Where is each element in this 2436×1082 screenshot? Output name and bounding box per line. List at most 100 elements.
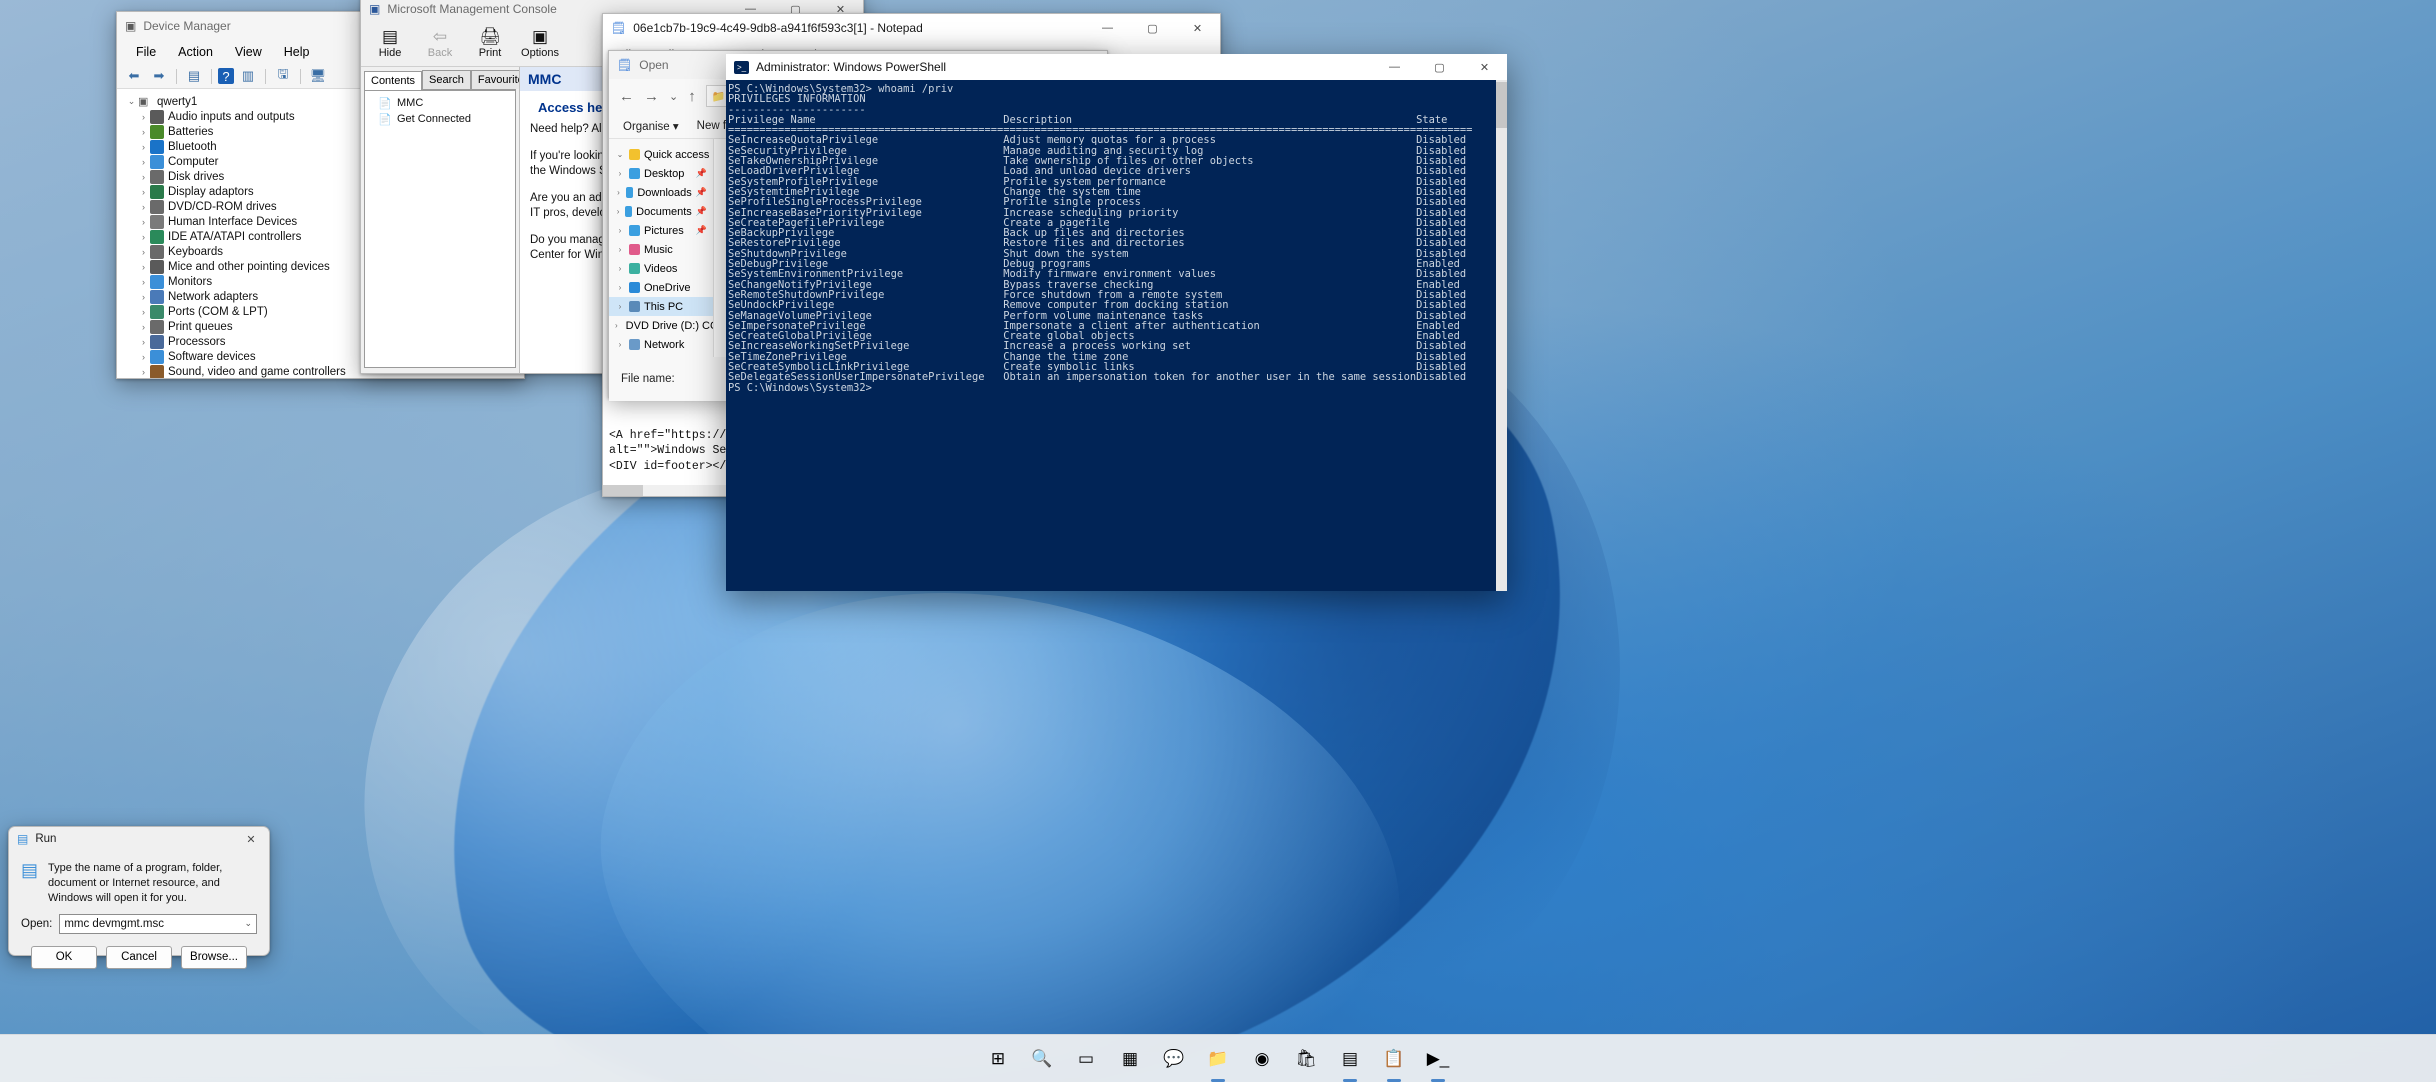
edge-icon[interactable]: ◉ [1245, 1042, 1279, 1076]
open-dialog-sidebar[interactable]: ⌄Quick access›Desktop📌›Downloads📌›Docume… [609, 139, 713, 357]
chevron-right-icon[interactable]: › [137, 172, 150, 182]
options-button[interactable]: ▣ Options [517, 27, 563, 59]
run-open-input[interactable] [64, 918, 244, 930]
sidebar-item-desktop[interactable]: ›Desktop📌 [609, 164, 713, 183]
chevron-right-icon[interactable]: › [137, 367, 150, 377]
powershell-console-output[interactable]: PS C:\Windows\System32> whoami /privPRIV… [726, 80, 1507, 591]
tab-search[interactable]: Search [422, 70, 471, 89]
run-open-combobox[interactable]: ⌄ [59, 914, 257, 934]
chevron-right-icon[interactable]: › [137, 202, 150, 212]
forward-arrow-icon[interactable]: → [644, 88, 659, 105]
chevron-right-icon[interactable]: › [137, 337, 150, 347]
store-icon[interactable]: 🛍 [1289, 1042, 1323, 1076]
chevron-icon[interactable]: ⌄ [615, 150, 625, 159]
hide-button[interactable]: ▤ Hide [367, 27, 413, 59]
chevron-right-icon[interactable]: › [137, 142, 150, 152]
sidebar-item-pictures[interactable]: ›Pictures📌 [609, 221, 713, 240]
mmc-left-pane[interactable]: Contents Search Favourites 📄 MMC 📄 Get C… [361, 67, 519, 373]
mmc-icon[interactable]: ▤ [1333, 1042, 1367, 1076]
update-driver-icon[interactable]: 🖫 [272, 67, 294, 86]
close-button[interactable]: ✕ [233, 827, 269, 851]
console-scrollbar[interactable] [1496, 80, 1507, 591]
mmc-topic-tree[interactable]: 📄 MMC 📄 Get Connected [364, 90, 516, 368]
chevron-down-icon[interactable]: ⌄ [125, 96, 138, 107]
start-icon[interactable]: ⊞ [981, 1042, 1015, 1076]
sidebar-item-downloads[interactable]: ›Downloads📌 [609, 183, 713, 202]
chevron-icon[interactable]: › [615, 226, 625, 235]
maximize-button[interactable]: ▢ [1130, 14, 1175, 42]
menu-action[interactable]: Action [167, 43, 224, 61]
chevron-right-icon[interactable]: › [137, 187, 150, 197]
scrollbar-thumb[interactable] [603, 485, 643, 496]
sidebar-item-music[interactable]: ›Music [609, 240, 713, 259]
sidebar-item-onedrive[interactable]: ›OneDrive [609, 278, 713, 297]
back-arrow-icon[interactable]: ⬅ [123, 67, 145, 86]
scan-icon[interactable]: 🖥 [307, 67, 329, 86]
browse-button[interactable]: Browse... [181, 946, 247, 969]
notepad-titlebar[interactable]: 🗒 06e1cb7b-19c9-4c49-9db8-a941f6f593c3[1… [603, 14, 1220, 42]
pin-icon[interactable]: 📌 [696, 206, 707, 217]
powershell-window[interactable]: >_ Administrator: Windows PowerShell — ▢… [726, 54, 1507, 591]
sidebar-item-network[interactable]: ›Network [609, 335, 713, 354]
run-dialog[interactable]: ▤ Run ✕ ▤ Type the name of a program, fo… [8, 826, 270, 956]
notepad-window-buttons[interactable]: — ▢ ✕ [1085, 14, 1220, 42]
chevron-right-icon[interactable]: › [137, 277, 150, 287]
sidebar-item-videos[interactable]: ›Videos [609, 259, 713, 278]
chevron-icon[interactable]: › [615, 169, 625, 178]
close-button[interactable]: ✕ [1175, 14, 1220, 42]
chevron-icon[interactable]: › [615, 207, 621, 216]
widgets-icon[interactable]: ▦ [1113, 1042, 1147, 1076]
chevron-icon[interactable]: › [615, 302, 625, 311]
maximize-button[interactable]: ▢ [1417, 54, 1462, 80]
tab-contents[interactable]: Contents [364, 71, 422, 90]
sidebar-item-star[interactable]: ⌄Quick access [609, 145, 713, 164]
forward-arrow-icon[interactable]: ➡ [148, 67, 170, 86]
pin-icon[interactable]: 📌 [696, 168, 707, 179]
back-arrow-icon[interactable]: ← [619, 88, 634, 105]
taskbar[interactable]: ⊞🔍▭▦💬📁◉🛍▤📋▶_ [0, 1034, 2436, 1082]
mmc-topic-item[interactable]: 📄 Get Connected [368, 111, 512, 127]
chevron-down-icon[interactable]: ⌄ [244, 918, 252, 929]
chevron-icon[interactable]: › [615, 245, 625, 254]
pin-icon[interactable]: 📌 [696, 225, 707, 236]
powershell-icon[interactable]: ▶_ [1421, 1042, 1455, 1076]
chevron-right-icon[interactable]: › [137, 217, 150, 227]
file-explorer-icon[interactable]: 📁 [1201, 1042, 1235, 1076]
organise-button[interactable]: Organise ▾ [623, 119, 679, 133]
chevron-icon[interactable]: › [615, 340, 625, 349]
print-button[interactable]: 🖨 Print [467, 27, 513, 59]
chevron-icon[interactable]: › [615, 321, 618, 330]
chevron-icon[interactable]: › [615, 188, 622, 197]
recent-locations-icon[interactable]: ⌄ [669, 90, 678, 103]
chevron-right-icon[interactable]: › [137, 307, 150, 317]
chevron-right-icon[interactable]: › [137, 157, 150, 167]
mmc-topic-item[interactable]: 📄 MMC [368, 95, 512, 111]
run-dialog-titlebar[interactable]: ▤ Run ✕ [9, 827, 269, 851]
pin-icon[interactable]: 📌 [696, 187, 707, 198]
chevron-right-icon[interactable]: › [137, 247, 150, 257]
powershell-titlebar[interactable]: >_ Administrator: Windows PowerShell — ▢… [726, 54, 1507, 80]
sidebar-item-this-pc[interactable]: ›This PC [609, 297, 713, 316]
mmc-tabs[interactable]: Contents Search Favourites [364, 70, 516, 90]
sidebar-item-dvd-drive[interactable]: ›DVD Drive (D:) CCCOMA_X64FRE [609, 316, 713, 335]
menu-help[interactable]: Help [273, 43, 321, 61]
chevron-right-icon[interactable]: › [137, 322, 150, 332]
chevron-right-icon[interactable]: › [137, 292, 150, 302]
chevron-right-icon[interactable]: › [137, 232, 150, 242]
chevron-right-icon[interactable]: › [137, 112, 150, 122]
menu-file[interactable]: File [125, 43, 167, 61]
chat-icon[interactable]: 💬 [1157, 1042, 1191, 1076]
properties-icon[interactable]: ▤ [183, 67, 205, 86]
minimize-button[interactable]: — [1085, 14, 1130, 42]
chevron-right-icon[interactable]: › [137, 127, 150, 137]
scrollbar-thumb[interactable] [1496, 82, 1507, 128]
menu-view[interactable]: View [224, 43, 273, 61]
up-arrow-icon[interactable]: ↑ [688, 88, 696, 105]
chevron-icon[interactable]: › [615, 264, 625, 273]
ok-button[interactable]: OK [31, 946, 97, 969]
close-button[interactable]: ✕ [1462, 54, 1507, 80]
run-dialog-window-buttons[interactable]: ✕ [233, 827, 269, 851]
help-icon[interactable]: ? [218, 68, 234, 84]
back-button[interactable]: ⇦ Back [417, 27, 463, 59]
sidebar-item-documents[interactable]: ›Documents📌 [609, 202, 713, 221]
